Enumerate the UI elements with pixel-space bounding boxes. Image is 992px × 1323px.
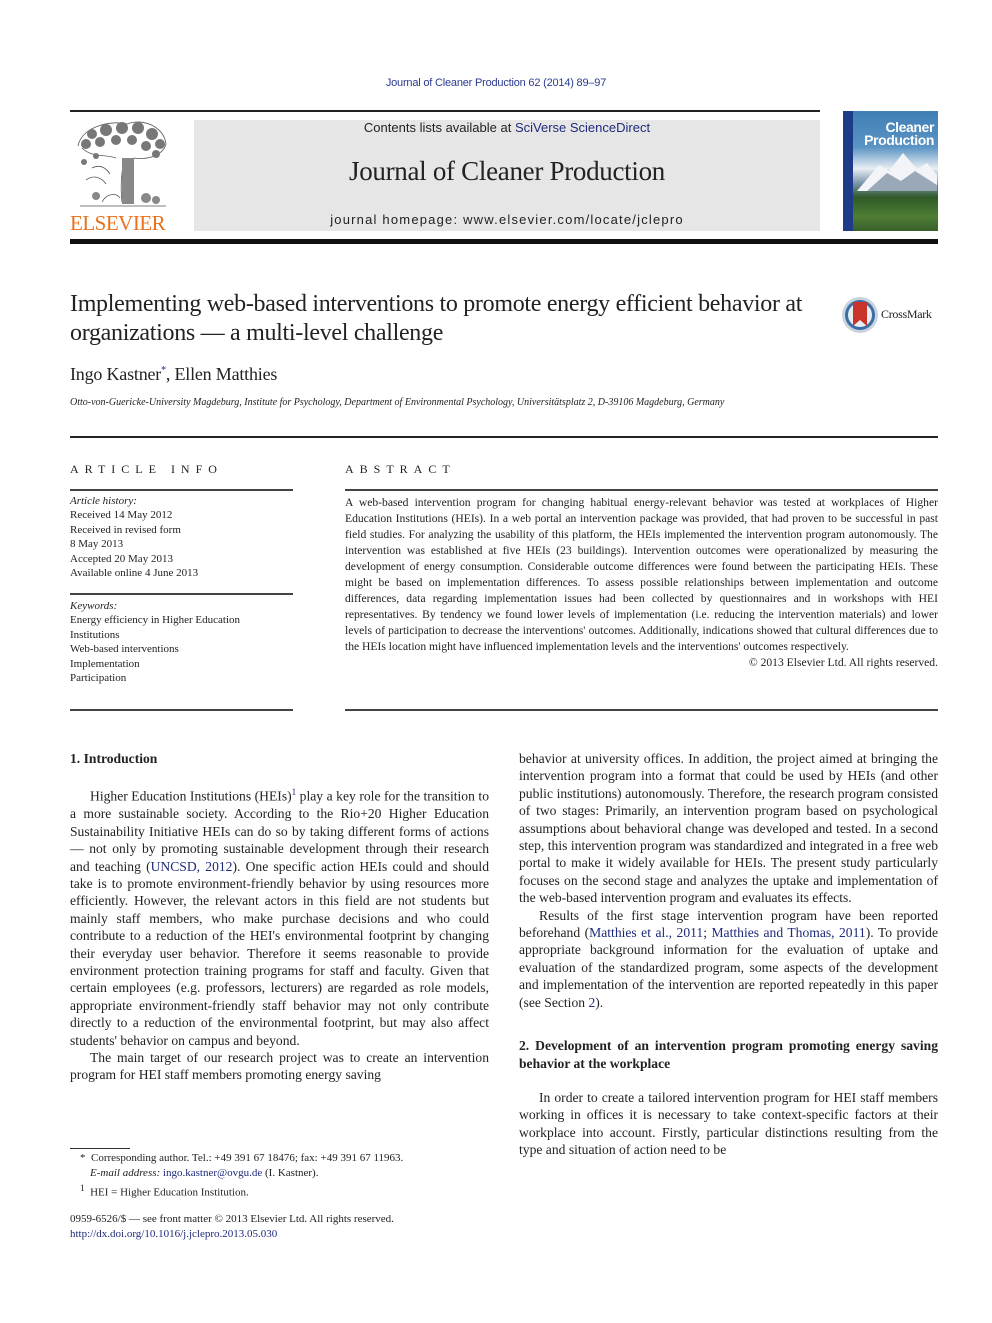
journal-cover-image[interactable]: Cleaner Production [843,111,938,231]
top-rule [70,110,820,112]
paragraph: Higher Education Institutions (HEIs)1 pl… [70,784,489,1049]
cover-title-line2: Production [864,132,934,148]
divider [345,709,938,711]
author-separator: , [165,364,175,384]
history-item: Accepted 20 May 2013 [70,552,173,565]
footnote-corresponding: * Corresponding author. Tel.: +49 391 67… [70,1151,500,1166]
mountain-icon [857,153,937,191]
keywords-label: Keywords: [70,600,118,612]
author-list: Ingo Kastner*, Ellen Matthies [70,364,277,385]
citation-link[interactable]: Matthies et al., 2011 [589,925,703,940]
contents-prefix: Contents lists available at [363,120,515,135]
footnote-text: Corresponding author. Tel.: +49 391 67 1… [91,1152,404,1164]
contents-line: Contents lists available at SciVerse Sci… [194,120,820,135]
email-suffix: (I. Kastner). [262,1167,319,1179]
divider [70,709,293,711]
elsevier-tree-icon [77,121,167,207]
keywords: Keywords: Energy efficiency in Higher Ed… [70,599,295,685]
email-label: E-mail address: [90,1167,163,1179]
header-thick-rule [70,239,938,244]
footnote-mark: 1 [80,1183,85,1193]
history-item: 8 May 2013 [70,538,124,551]
paragraph: Results of the first stage intervention … [519,907,938,1011]
abstract: A web-based intervention program for cha… [345,495,938,671]
doi-link[interactable]: http://dx.doi.org/10.1016/j.jclepro.2013… [70,1228,277,1240]
issn-line: 0959-6526/$ — see front matter © 2013 El… [70,1213,394,1225]
keyword-item: Participation [70,672,127,685]
body-column-left: 1. Introduction Higher Education Institu… [70,750,489,1084]
crossmark-label: CrossMark [881,307,932,321]
keyword-item: Energy efficiency in Higher Education In… [70,614,241,641]
journal-homepage[interactable]: journal homepage: www.elsevier.com/locat… [194,212,820,227]
citation-link[interactable]: Matthies and Thomas, 2011 [711,925,865,940]
text-run: ). One specific action HEIs could and sh… [70,858,489,1048]
footnote-mark: * [80,1152,86,1164]
divider [70,436,938,438]
text-run: ). [595,994,604,1010]
divider [70,593,293,595]
journal-banner: Contents lists available at SciVerse Sci… [194,120,820,231]
elsevier-wordmark: ELSEVIER [70,211,166,235]
footnotes: * Corresponding author. Tel.: +49 391 67… [70,1151,500,1201]
abstract-heading: ABSTRACT [345,462,456,476]
article-history: Article history: Received 14 May 2012 Re… [70,494,295,580]
elsevier-logo[interactable]: ELSEVIER [70,118,172,235]
keyword-item: Web-based interventions [70,643,179,656]
abstract-text: A web-based intervention program for cha… [345,496,938,653]
email-link[interactable]: ingo.kastner@ovgu.de [163,1167,262,1179]
journal-title[interactable]: Journal of Cleaner Production [194,156,820,187]
author-name[interactable]: Ellen Matthies [175,364,278,384]
section-heading-introduction: 1. Introduction [70,751,158,766]
keyword-item: Implementation [70,657,140,670]
abstract-copyright: © 2013 Elsevier Ltd. All rights reserved… [748,656,938,669]
article-title: Implementing web-based interventions to … [70,291,803,346]
running-head[interactable]: Journal of Cleaner Production 62 (2014) … [0,77,992,89]
sciencedirect-link[interactable]: SciVerse ScienceDirect [515,120,650,135]
citation-link[interactable]: UNCSD, 2012 [151,859,233,874]
crossmark-button[interactable]: CrossMark [841,296,941,336]
history-label: Article history: [70,495,137,507]
divider [70,489,293,491]
author-name[interactable]: Ingo Kastner [70,364,161,384]
affiliation: Otto-von-Guericke-University Magdeburg, … [70,397,725,408]
footnote-1: 1 HEI = Higher Education Institution. [70,1181,500,1201]
body-column-right: behavior at university offices. In addit… [519,750,938,1159]
section-heading-development: 2. Development of an intervention progra… [519,1038,938,1071]
history-item: Received in revised form [70,523,181,536]
article-info-heading: ARTICLE INFO [70,462,223,476]
footnote-text: HEI = Higher Education Institution. [90,1186,249,1199]
history-item: Received 14 May 2012 [70,509,173,522]
cover-stripe [843,111,853,231]
front-matter: 0959-6526/$ — see front matter © 2013 El… [70,1212,500,1241]
footnote-email: E-mail address: ingo.kastner@ovgu.de (I.… [70,1166,500,1181]
paragraph: In order to create a tailored interventi… [519,1089,938,1158]
crossmark-icon [842,297,878,333]
paragraph: The main target of our research project … [70,1050,489,1083]
history-item: Available online 4 June 2013 [70,567,199,580]
text-run: Higher Education Institutions (HEIs) [90,788,292,804]
footnote-rule [70,1148,130,1149]
paragraph: behavior at university offices. In addit… [519,751,938,906]
divider [345,489,938,491]
cover-title: Cleaner Production [864,120,934,148]
